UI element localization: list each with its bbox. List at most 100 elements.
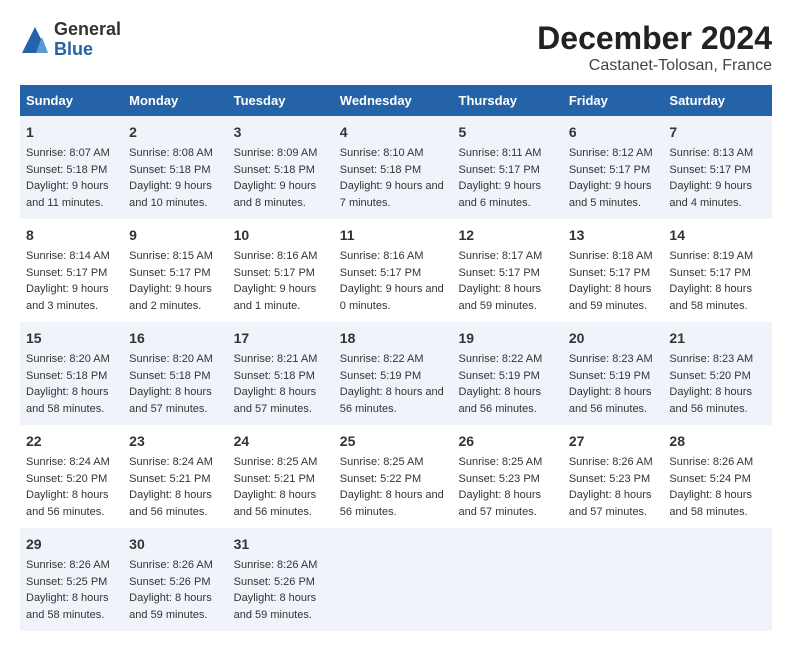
calendar-cell: 19Sunrise: 8:22 AMSunset: 5:19 PMDayligh… [453,322,563,425]
page-header: General Blue December 2024 Castanet-Tolo… [20,20,772,75]
day-number: 15 [26,328,117,349]
daylight-label: Daylight: 8 hours and 57 minutes. [569,489,652,518]
calendar-cell: 31Sunrise: 8:26 AMSunset: 5:26 PMDayligh… [228,528,334,631]
day-number: 20 [569,328,658,349]
calendar-cell: 12Sunrise: 8:17 AMSunset: 5:17 PMDayligh… [453,219,563,322]
sunrise-label: Sunrise: 8:22 AM [459,353,543,365]
calendar-cell: 2Sunrise: 8:08 AMSunset: 5:18 PMDaylight… [123,116,227,219]
sunset-label: Sunset: 5:22 PM [340,473,421,485]
day-number: 28 [669,431,766,452]
calendar-cell: 11Sunrise: 8:16 AMSunset: 5:17 PMDayligh… [334,219,453,322]
calendar-cell: 14 Sunrise: 8:19 AM Sunset: 5:17 PM Dayligh… [663,219,772,322]
daylight-label: Daylight: 9 hours and 7 minutes. [340,180,444,209]
day-number: 4 [340,122,447,143]
sunrise-label: Sunrise: 8:26 AM [234,559,318,571]
calendar-cell: 23Sunrise: 8:24 AMSunset: 5:21 PMDayligh… [123,425,227,528]
day-number: 29 [26,534,117,555]
day-number: 7 [669,122,766,143]
sunrise-label: Sunrise: 8:10 AM [340,147,424,159]
day-number: 22 [26,431,117,452]
calendar-cell [334,528,453,631]
sunset-label: Sunset: 5:17 PM [569,164,650,176]
daylight-label: Daylight: 9 hours and 11 minutes. [26,180,109,209]
day-number: 9 [129,225,221,246]
daylight-label: Daylight: 8 hours and 58 minutes. [669,489,752,518]
sunset-label: Sunset: 5:19 PM [340,370,421,382]
sunrise-label: Sunrise: 8:07 AM [26,147,110,159]
daylight-label: Daylight: 8 hours and 56 minutes. [669,386,752,415]
sunrise-label: Sunrise: 8:25 AM [459,456,543,468]
weekday-header-friday: Friday [563,85,664,116]
daylight-label: Daylight: 8 hours and 56 minutes. [340,386,444,415]
daylight-label: Daylight: 8 hours and 56 minutes. [26,489,109,518]
calendar-cell: 24Sunrise: 8:25 AMSunset: 5:21 PMDayligh… [228,425,334,528]
week-row-5: 29 Sunrise: 8:26 AM Sunset: 5:25 PM Dayligh… [20,528,772,631]
calendar-cell: 10Sunrise: 8:16 AMSunset: 5:17 PMDayligh… [228,219,334,322]
daylight-label: Daylight: 8 hours and 56 minutes. [459,386,542,415]
calendar-cell: 6Sunrise: 8:12 AMSunset: 5:17 PMDaylight… [563,116,664,219]
daylight-label: Daylight: 8 hours and 59 minutes. [234,592,317,621]
sunset-label: Sunset: 5:19 PM [569,370,650,382]
daylight-label: Daylight: 9 hours and 3 minutes. [26,283,109,312]
daylight-label: Daylight: 9 hours and 8 minutes. [234,180,317,209]
day-number: 25 [340,431,447,452]
day-number: 31 [234,534,328,555]
sunrise-label: Sunrise: 8:20 AM [26,353,110,365]
calendar-cell: 5Sunrise: 8:11 AMSunset: 5:17 PMDaylight… [453,116,563,219]
daylight-label: Daylight: 8 hours and 59 minutes. [129,592,212,621]
sunset-label: Sunset: 5:17 PM [669,267,750,279]
sunrise-label: Sunrise: 8:15 AM [129,250,213,262]
sunset-label: Sunset: 5:17 PM [234,267,315,279]
sunset-label: Sunset: 5:17 PM [340,267,421,279]
sunrise-label: Sunrise: 8:19 AM [669,250,753,262]
sunrise-label: Sunrise: 8:23 AM [569,353,653,365]
sunset-label: Sunset: 5:17 PM [26,267,107,279]
day-number: 21 [669,328,766,349]
day-number: 6 [569,122,658,143]
daylight-label: Daylight: 8 hours and 58 minutes. [26,592,109,621]
daylight-label: Daylight: 8 hours and 59 minutes. [569,283,652,312]
sunset-label: Sunset: 5:17 PM [459,164,540,176]
sunset-label: Sunset: 5:26 PM [129,576,210,588]
weekday-header-wednesday: Wednesday [334,85,453,116]
daylight-label: Daylight: 8 hours and 57 minutes. [459,489,542,518]
title-area: December 2024 Castanet-Tolosan, France [537,20,772,75]
sunset-label: Sunset: 5:18 PM [234,370,315,382]
day-number: 16 [129,328,221,349]
calendar-cell: 25Sunrise: 8:25 AMSunset: 5:22 PMDayligh… [334,425,453,528]
page-subtitle: Castanet-Tolosan, France [537,57,772,75]
daylight-label: Daylight: 8 hours and 59 minutes. [459,283,542,312]
day-number: 8 [26,225,117,246]
sunset-label: Sunset: 5:25 PM [26,576,107,588]
daylight-label: Daylight: 8 hours and 58 minutes. [669,283,752,312]
week-row-2: 8Sunrise: 8:14 AMSunset: 5:17 PMDaylight… [20,219,772,322]
day-number: 3 [234,122,328,143]
calendar-cell: 20Sunrise: 8:23 AMSunset: 5:19 PMDayligh… [563,322,664,425]
sunrise-label: Sunrise: 8:17 AM [459,250,543,262]
sunrise-label: Sunrise: 8:25 AM [340,456,424,468]
calendar-table: SundayMondayTuesdayWednesdayThursdayFrid… [20,85,772,631]
sunset-label: Sunset: 5:18 PM [26,164,107,176]
sunset-label: Sunset: 5:23 PM [459,473,540,485]
day-number: 12 [459,225,557,246]
sunrise-label: Sunrise: 8:26 AM [569,456,653,468]
day-number: 11 [340,225,447,246]
sunset-label: Sunset: 5:20 PM [669,370,750,382]
calendar-cell: 1Sunrise: 8:07 AMSunset: 5:18 PMDaylight… [20,116,123,219]
weekday-header-tuesday: Tuesday [228,85,334,116]
calendar-cell: 4Sunrise: 8:10 AMSunset: 5:18 PMDaylight… [334,116,453,219]
day-number: 14 [669,225,766,246]
week-row-3: 15 Sunrise: 8:20 AM Sunset: 5:18 PM Dayligh… [20,322,772,425]
calendar-cell: 22Sunrise: 8:24 AMSunset: 5:20 PMDayligh… [20,425,123,528]
sunrise-label: Sunrise: 8:26 AM [129,559,213,571]
weekday-header-saturday: Saturday [663,85,772,116]
day-number: 24 [234,431,328,452]
daylight-label: Daylight: 8 hours and 57 minutes. [234,386,317,415]
day-number: 13 [569,225,658,246]
week-row-1: 1Sunrise: 8:07 AMSunset: 5:18 PMDaylight… [20,116,772,219]
sunset-label: Sunset: 5:18 PM [129,370,210,382]
sunrise-label: Sunrise: 8:16 AM [234,250,318,262]
daylight-label: Daylight: 9 hours and 10 minutes. [129,180,212,209]
day-number: 19 [459,328,557,349]
calendar-cell: 26Sunrise: 8:25 AMSunset: 5:23 PMDayligh… [453,425,563,528]
